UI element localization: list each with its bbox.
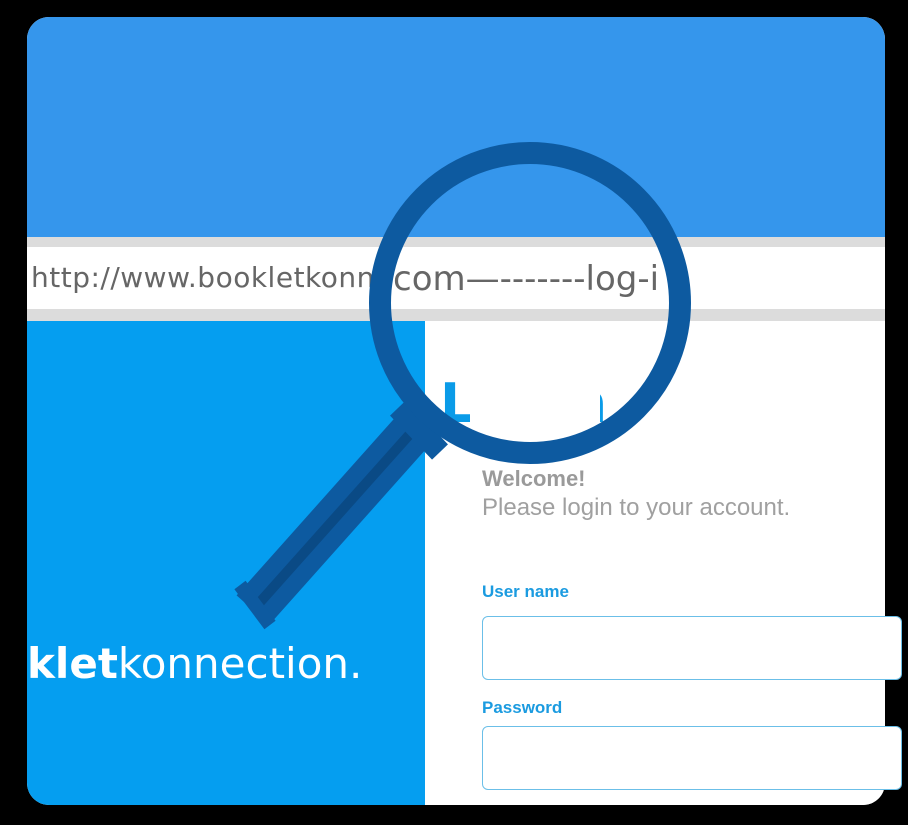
brand-logo-bold: klet xyxy=(27,639,118,688)
url-input[interactable]: http://www.bookletkonne com—-------log-i xyxy=(27,247,885,309)
url-magnified-text: com—-------log-i xyxy=(393,259,660,299)
brand-logo: kletkonnection. xyxy=(27,639,362,688)
welcome-text: Welcome! xyxy=(482,466,586,491)
password-input[interactable] xyxy=(482,726,902,790)
brand-logo-regular: konnection. xyxy=(117,639,363,688)
password-label: Password xyxy=(482,698,563,717)
brand-panel: kletkonnection. xyxy=(27,321,425,805)
login-heading: Login xyxy=(440,372,608,435)
login-subtitle: Please login to your account. xyxy=(482,494,791,521)
username-input[interactable] xyxy=(482,616,902,680)
url-text: http://www.bookletkonne xyxy=(31,261,393,294)
browser-address-bar: http://www.bookletkonne com—-------log-i xyxy=(27,237,885,321)
top-banner xyxy=(27,17,885,237)
username-label: User name xyxy=(482,582,569,601)
